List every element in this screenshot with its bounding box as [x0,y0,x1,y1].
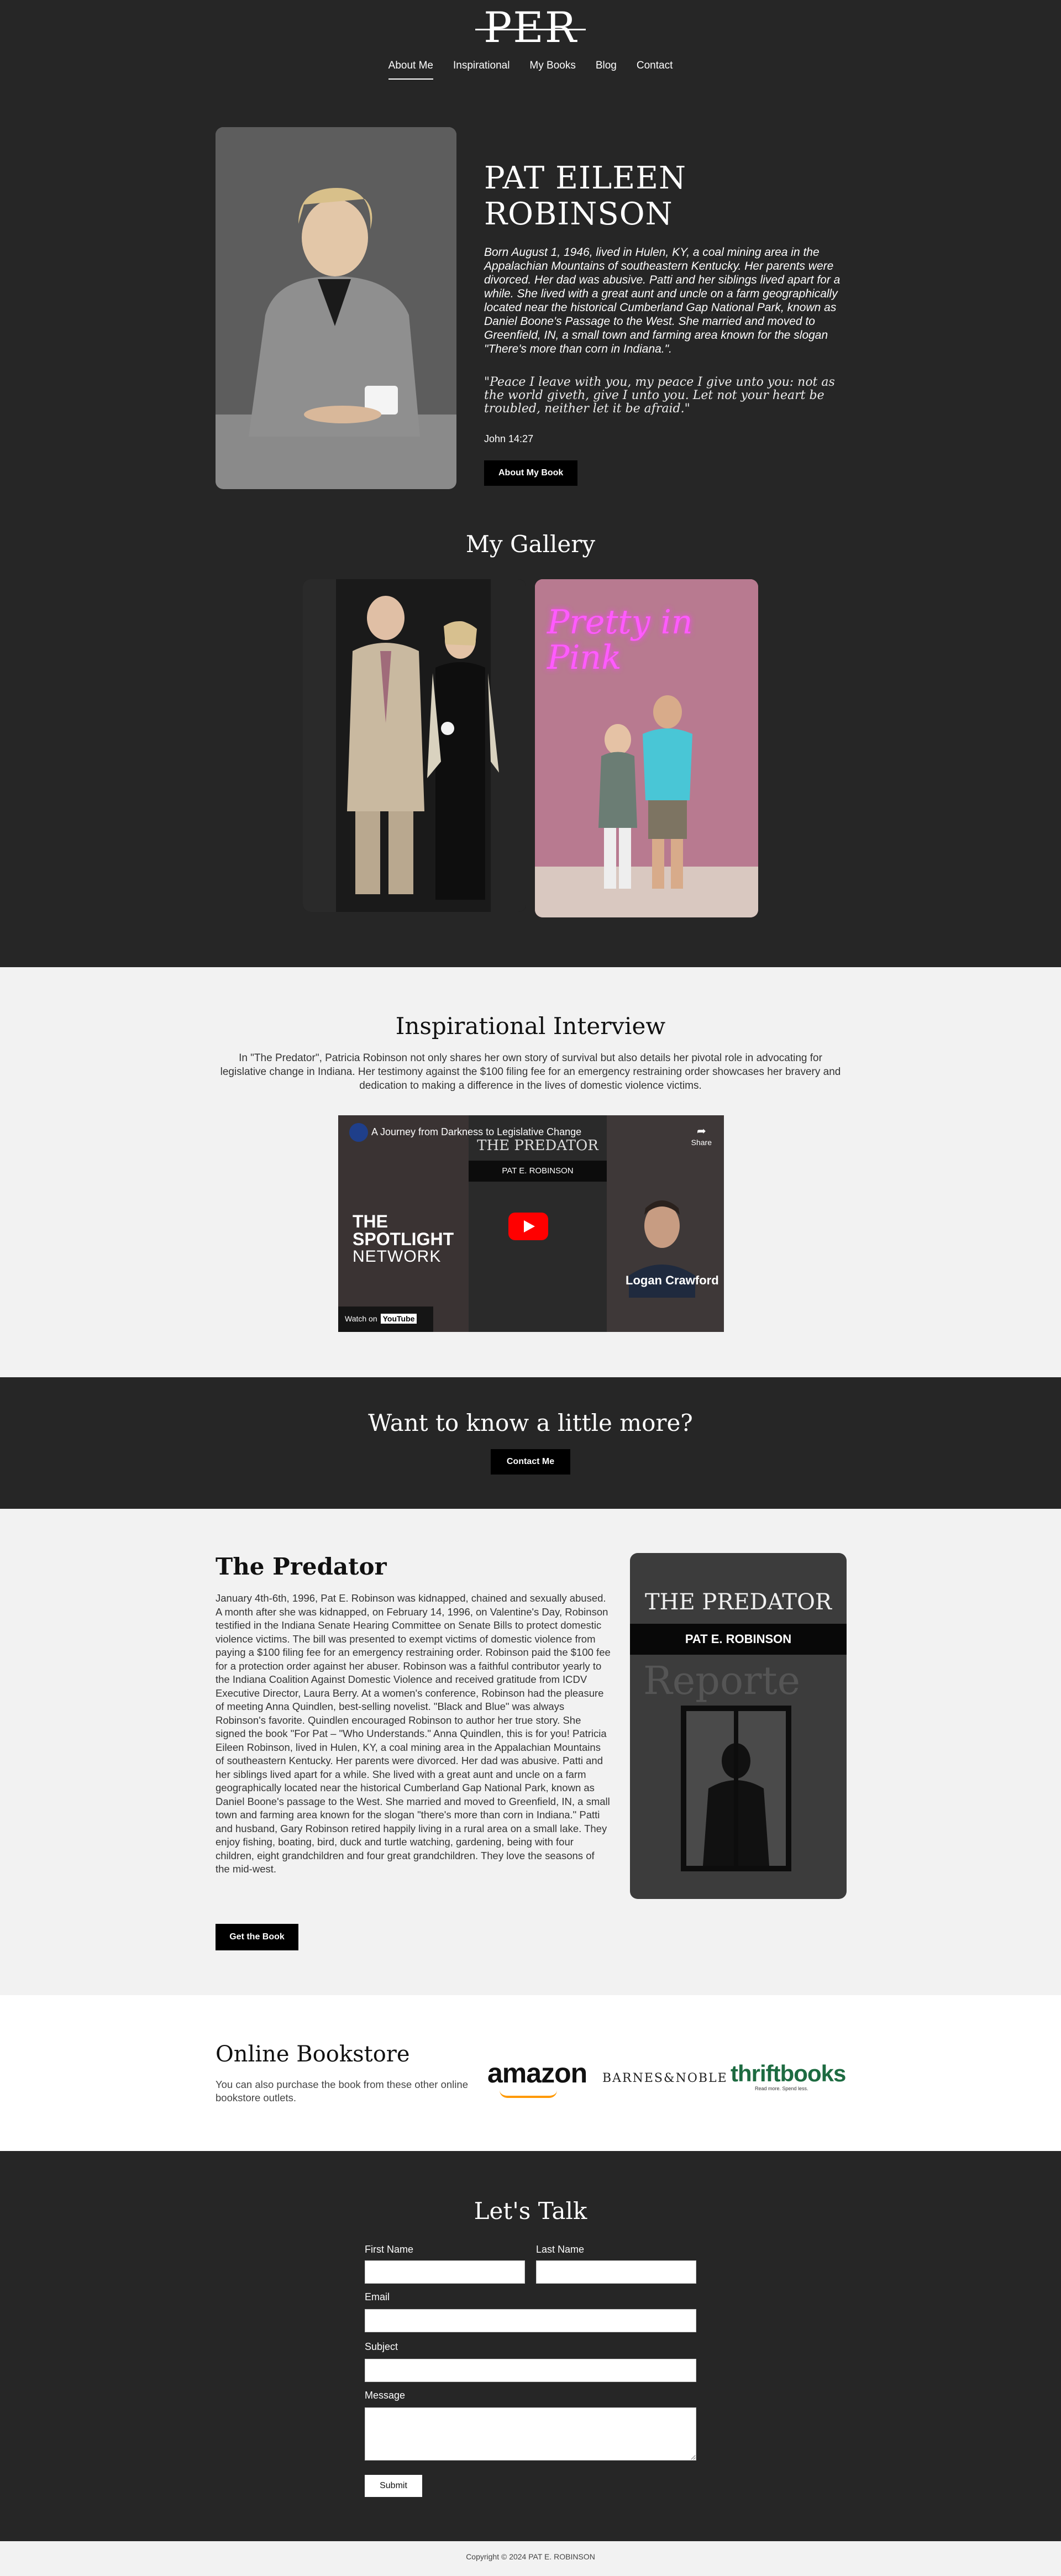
book-cover[interactable]: THE PREDATOR PAT E. ROBINSON Reporte [630,1553,847,1899]
interview-section: Inspirational Interview In "The Predator… [0,967,1061,1377]
author-portrait [216,127,456,489]
contact-me-button[interactable]: Contact Me [491,1449,570,1475]
subject-field[interactable] [365,2359,696,2382]
site-logo[interactable]: PER [475,6,586,50]
site-footer: Copyright © 2024 PAT E. ROBINSON [0,2541,1061,2576]
author-bio: Born August 1, 1946, lived in Hulen, KY,… [484,246,841,355]
book-cover-window [681,1706,791,1871]
amazon-logo[interactable]: amazon [487,2057,587,2089]
book-cover-silhouette [686,1711,786,1866]
email-label: Email [365,2291,390,2302]
spotlight-line3: NETWORK [353,1247,442,1266]
watch-on-youtube-link[interactable]: Watch on YouTube [338,1307,433,1332]
submit-button[interactable]: Submit [365,2475,422,2497]
nav-contact[interactable]: Contact [637,60,673,80]
spotlight-line2: SPOTLIGHT [353,1229,454,1249]
nav-about-me[interactable]: About Me [388,60,433,80]
thriftbooks-logo[interactable]: thriftbooks [731,2060,846,2087]
contact-section: Let's Talk First Name Last Name Email Su… [0,2151,1061,2541]
copyright-text: Copyright © 2024 PAT E. ROBINSON [466,2552,595,2561]
video-guest-name: Logan Crawford [626,1273,719,1287]
hero-text: PAT EILEEN ROBINSON Born August 1, 1946,… [484,160,843,486]
book-cover-author: PAT E. ROBINSON [630,1624,847,1655]
share-icon: ➦ [696,1125,706,1137]
interview-title: Inspirational Interview [395,1012,666,1040]
spotlight-line1: THE [353,1211,388,1231]
gallery-section: My Gallery Pretty in Pink [0,514,1061,967]
logo-strike [475,29,586,30]
thriftbooks-tagline: Read more. Spend less. [755,2086,808,2091]
bookstore-description: You can also purchase the book from thes… [216,2079,468,2103]
share-label: Share [691,1138,712,1147]
book-cover-newspaper: Reporte [643,1658,801,1703]
message-label: Message [365,2390,406,2401]
first-name-label: First Name [365,2244,414,2255]
share-button[interactable]: ➦ Share [691,1124,712,1147]
video-guest-panel [607,1115,724,1332]
interview-description: In "The Predator", Patricia Robinson not… [220,1052,841,1092]
video-guest-illustration [629,1200,695,1298]
gallery-photo-couple-formal[interactable] [303,579,526,912]
gallery-title: My Gallery [465,531,596,558]
hero-section: PAT EILEEN ROBINSON Born August 1, 1946,… [0,99,1061,514]
author-portrait-illustration [216,127,456,489]
logo-text: PER [484,3,577,52]
message-field[interactable] [365,2407,696,2460]
last-name-field[interactable] [536,2260,696,2284]
know-more-section: Want to know a little more? Contact Me [0,1377,1061,1509]
video-embed[interactable]: A Journey from Darkness to Legislative C… [338,1115,724,1332]
amazon-smile-icon [500,2090,557,2098]
youtube-logo: YouTube [380,1314,417,1324]
video-title[interactable]: A Journey from Darkness to Legislative C… [371,1126,581,1138]
first-name-field[interactable] [365,2260,525,2284]
subject-label: Subject [365,2341,398,2352]
know-more-title: Want to know a little more? [368,1409,693,1436]
watch-on-label: Watch on [345,1314,377,1323]
gallery-photo-couple-formal-illustration [303,579,526,912]
main-nav: About Me Inspirational My Books Blog Con… [0,60,1061,80]
predator-section: The Predator January 4th-6th, 1996, Pat … [0,1509,1061,1995]
gallery-photo-pretty-in-pink[interactable]: Pretty in Pink [535,579,758,917]
get-the-book-button[interactable]: Get the Book [216,1924,298,1950]
video-book-title: THE PREDATOR [477,1137,598,1154]
contact-title: Let's Talk [474,2197,587,2225]
neon-sign-text: Pretty in Pink [547,603,693,677]
play-button-icon[interactable] [508,1213,548,1240]
email-field[interactable] [365,2309,696,2332]
quote-reference: John 14:27 [484,433,534,444]
page-title: PAT EILEEN ROBINSON [484,160,687,232]
spotlight-network-logo: THE SPOTLIGHT NETWORK [353,1213,454,1266]
nav-inspirational[interactable]: Inspirational [453,60,510,80]
channel-avatar-icon[interactable] [349,1123,368,1142]
book-cover-title: THE PREDATOR [644,1589,832,1615]
predator-title: The Predator [216,1553,387,1580]
bible-quote: "Peace I leave with you, my peace I give… [484,375,835,416]
last-name-label: Last Name [536,2244,585,2255]
about-my-book-button[interactable]: About My Book [484,460,578,486]
video-book-author: PAT E. ROBINSON [469,1161,607,1182]
bookstore-section: Online Bookstore You can also purchase t… [0,1995,1061,2151]
predator-description: January 4th-6th, 1996, Pat E. Robinson w… [216,1592,611,1875]
barnes-noble-logo[interactable]: BARNES&NOBLE [602,2071,728,2085]
bookstore-title: Online Bookstore [216,2042,410,2067]
site-header: PER About Me Inspirational My Books Blog… [0,0,1061,99]
nav-my-books[interactable]: My Books [529,60,575,80]
nav-blog[interactable]: Blog [596,60,617,80]
